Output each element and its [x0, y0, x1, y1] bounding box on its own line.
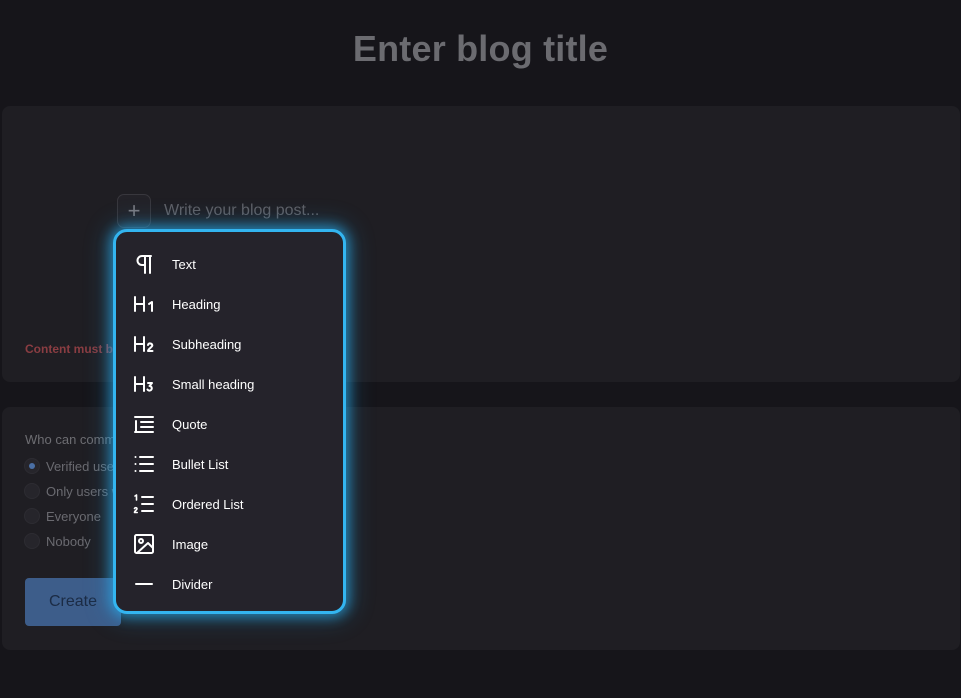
- menu-item-label: Subheading: [172, 336, 242, 352]
- menu-item-label: Heading: [172, 296, 221, 312]
- menu-item-text[interactable]: Text: [132, 248, 332, 280]
- menu-item-label: Text: [172, 256, 196, 272]
- blog-title-input[interactable]: Enter blog title: [0, 28, 961, 70]
- menu-item-label: Ordered List: [172, 496, 244, 512]
- blog-editor-page: Enter blog title + Write your blog post.…: [0, 0, 961, 698]
- block-type-menu: Text Heading Subheading Small heading Qu…: [113, 229, 346, 614]
- radio-option-verified[interactable]: Verified user: [24, 457, 118, 475]
- bullet-list-icon: [132, 452, 156, 476]
- menu-item-subheading[interactable]: Subheading: [132, 328, 332, 360]
- paragraph-icon: [132, 252, 156, 276]
- menu-item-label: Quote: [172, 416, 208, 432]
- image-icon: [132, 532, 156, 556]
- radio-option-nobody[interactable]: Nobody: [24, 532, 91, 550]
- menu-item-label: Small heading: [172, 376, 255, 392]
- radio-option-only-users[interactable]: Only users w: [24, 482, 121, 500]
- menu-item-divider[interactable]: Divider: [132, 568, 332, 600]
- menu-item-quote[interactable]: Quote: [132, 408, 332, 440]
- radio-button[interactable]: [24, 483, 40, 499]
- radio-label: Only users w: [46, 483, 122, 499]
- heading-3-icon: [132, 372, 156, 396]
- editor-body-input[interactable]: Write your blog post...: [164, 202, 319, 220]
- create-button[interactable]: Create: [25, 578, 121, 626]
- menu-item-bullet-list[interactable]: Bullet List: [132, 448, 332, 480]
- menu-item-label: Bullet List: [172, 456, 229, 472]
- menu-item-image[interactable]: Image: [132, 528, 332, 560]
- radio-label: Everyone: [46, 508, 101, 524]
- menu-item-small-heading[interactable]: Small heading: [132, 368, 332, 400]
- content-error-message: Content must be: [25, 342, 120, 356]
- radio-button[interactable]: [24, 508, 40, 524]
- divider-icon: [132, 572, 156, 596]
- heading-2-icon: [132, 332, 156, 356]
- radio-option-everyone[interactable]: Everyone: [24, 507, 101, 525]
- comment-permission-label: Who can comme: [25, 432, 123, 447]
- heading-1-icon: [132, 292, 156, 316]
- menu-item-label: Divider: [172, 576, 213, 592]
- radio-label: Nobody: [46, 533, 91, 549]
- menu-item-heading[interactable]: Heading: [132, 288, 332, 320]
- quote-icon: [132, 412, 156, 436]
- ordered-list-icon: [132, 492, 156, 516]
- menu-item-label: Image: [172, 536, 209, 552]
- menu-item-ordered-list[interactable]: Ordered List: [132, 488, 332, 520]
- radio-label: Verified user: [46, 458, 119, 474]
- radio-button[interactable]: [24, 533, 40, 549]
- add-block-button[interactable]: +: [117, 194, 151, 228]
- radio-button-checked[interactable]: [24, 458, 40, 474]
